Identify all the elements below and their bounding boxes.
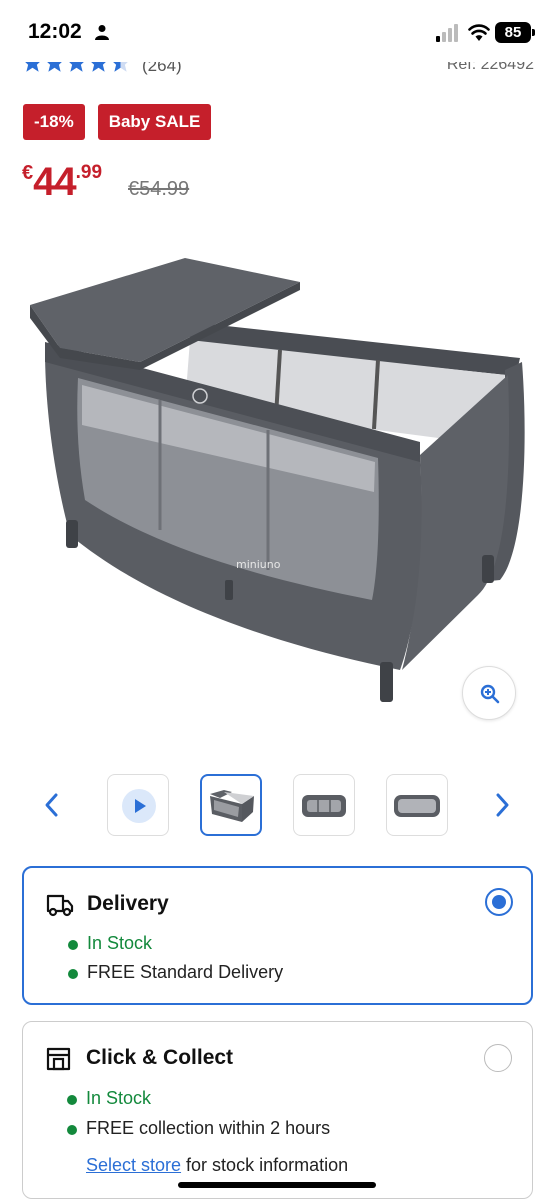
status-time: 12:02: [28, 20, 82, 43]
collect-info-text: FREE collection within 2 hours: [86, 1118, 331, 1138]
click-collect-title: Click & Collect: [86, 1046, 234, 1069]
delivery-option-card[interactable]: Delivery In Stock FREE Standard Delivery: [22, 866, 533, 1005]
in-stock-dot: [68, 969, 78, 979]
collect-stock-status: In Stock: [67, 1088, 152, 1109]
price-decimal: .99: [75, 162, 103, 183]
sale-badge: Baby SALE: [97, 104, 212, 140]
price-currency: €: [22, 162, 34, 184]
zoom-in-icon: [480, 684, 500, 704]
person-icon: [95, 25, 109, 40]
in-stock-dot: [68, 940, 78, 950]
store-selector: Select store for stock information: [86, 1155, 348, 1176]
status-bar: 12:02 85: [0, 0, 555, 62]
delivery-stock-status: In Stock: [68, 933, 153, 954]
thumbnail-carousel: [0, 774, 555, 838]
click-collect-radio[interactable]: [484, 1044, 512, 1072]
discount-badge: -18%: [23, 104, 85, 140]
play-button: [122, 789, 156, 823]
delivery-title: Delivery: [87, 892, 169, 915]
delivery-info-text: FREE Standard Delivery: [87, 962, 284, 982]
wifi-icon: [468, 24, 490, 41]
next-arrow-icon[interactable]: [490, 790, 514, 820]
product-image[interactable]: miniuno: [0, 230, 555, 740]
select-store-suffix: for stock information: [181, 1155, 349, 1175]
delivery-stock-text: In Stock: [87, 933, 153, 953]
collect-info: FREE collection within 2 hours: [67, 1118, 331, 1139]
old-price: €54.99: [128, 178, 190, 200]
in-stock-dot: [67, 1095, 77, 1105]
previous-arrow-icon[interactable]: [40, 790, 64, 820]
thumbnail-cot-image: [394, 795, 440, 817]
delivery-radio[interactable]: [485, 888, 513, 916]
thumbnail-cot-image: [302, 795, 346, 817]
collect-stock-text: In Stock: [86, 1088, 152, 1108]
thumbnail-image-1[interactable]: [200, 774, 262, 836]
click-collect-option-card[interactable]: Click & Collect In Stock FREE collection…: [22, 1021, 533, 1199]
signal-icon: [436, 24, 458, 42]
select-store-link[interactable]: Select store: [86, 1155, 181, 1175]
thumbnail-image-3[interactable]: [386, 774, 448, 836]
store-icon: [46, 1047, 71, 1071]
price-integer: 44: [33, 160, 76, 204]
thumbnail-image-2[interactable]: [293, 774, 355, 836]
play-icon: [135, 799, 146, 813]
zoom-button[interactable]: [462, 666, 516, 720]
delivery-info: FREE Standard Delivery: [68, 962, 284, 983]
badge-row: -18% Baby SALE: [23, 104, 212, 140]
delivery-truck-icon: [46, 894, 74, 917]
home-indicator: [178, 1182, 376, 1188]
thumbnail-cot-image: [210, 790, 254, 822]
current-price: €44.99: [22, 160, 102, 205]
thumbnail-video[interactable]: [107, 774, 169, 836]
in-stock-dot: [67, 1125, 77, 1135]
battery-indicator: 85: [495, 22, 535, 43]
brand-logo: miniuno: [236, 558, 281, 571]
